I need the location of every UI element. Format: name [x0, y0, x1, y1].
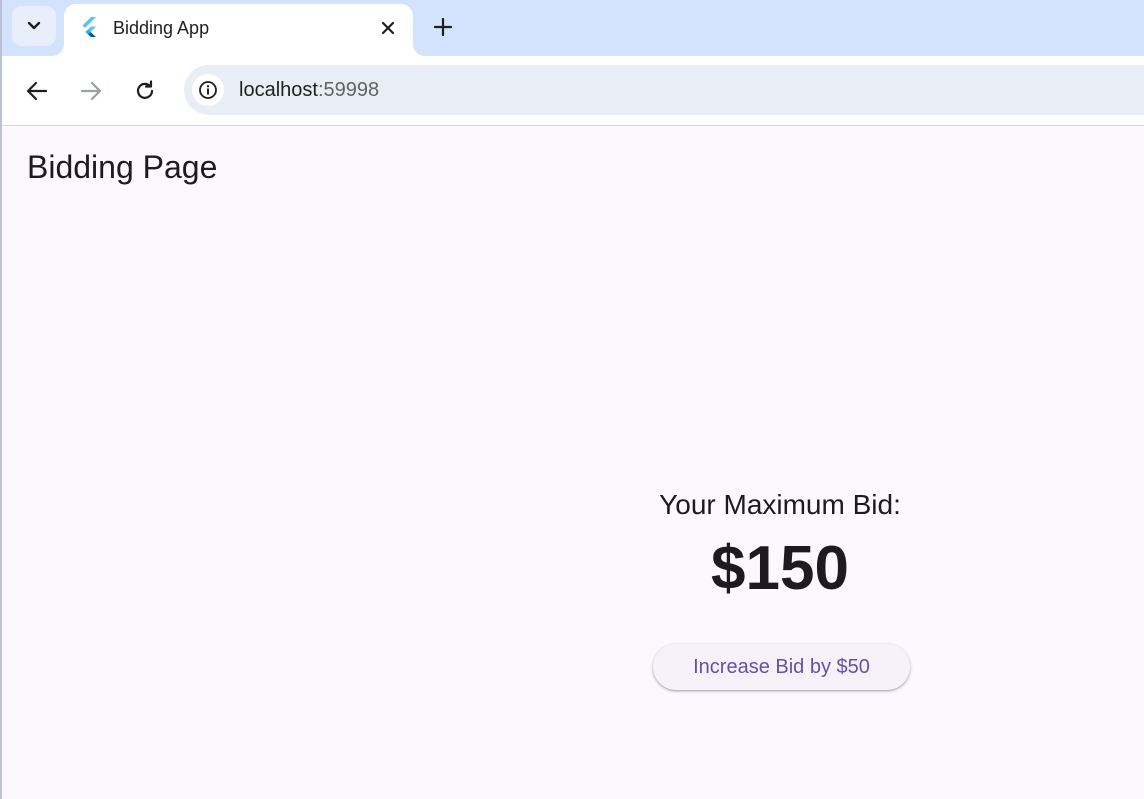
info-icon: [199, 81, 217, 99]
new-tab-button[interactable]: [428, 12, 458, 42]
max-bid-label: Your Maximum Bid:: [659, 489, 901, 520]
flutter-logo-icon: [82, 17, 96, 37]
tab-strip: Bidding App: [2, 0, 1144, 56]
app-page: Bidding Page Your Maximum Bid: $150 Incr…: [2, 127, 1144, 799]
tab-title: Bidding App: [113, 18, 210, 38]
address-bar[interactable]: localhost:59998: [184, 65, 1144, 115]
tab-close-button[interactable]: [376, 16, 400, 40]
browser-window: Bidding App localhost:59998 Bidding Page…: [0, 0, 1144, 799]
reload-icon: [136, 80, 154, 99]
url-port: :59998: [317, 79, 380, 101]
increase-bid-button[interactable]: Increase Bid by $50: [653, 644, 910, 690]
forward-button[interactable]: [75, 75, 107, 107]
site-info-button[interactable]: [192, 74, 224, 106]
chevron-down-icon: [27, 21, 41, 30]
page-title: Bidding Page: [27, 149, 218, 185]
reload-button[interactable]: [129, 75, 161, 107]
url-text: localhost:59998: [239, 79, 379, 102]
tab-bidding-app[interactable]: Bidding App: [64, 4, 413, 56]
browser-toolbar: localhost:59998: [2, 56, 1144, 126]
plus-icon: [434, 18, 452, 36]
arrow-left-icon: [26, 81, 48, 101]
tab-search-button[interactable]: [12, 6, 56, 46]
back-button[interactable]: [21, 75, 53, 107]
max-bid-amount: $150: [711, 534, 849, 603]
arrow-right-icon: [80, 81, 102, 101]
close-icon: [381, 21, 395, 35]
url-host: localhost: [239, 79, 318, 101]
